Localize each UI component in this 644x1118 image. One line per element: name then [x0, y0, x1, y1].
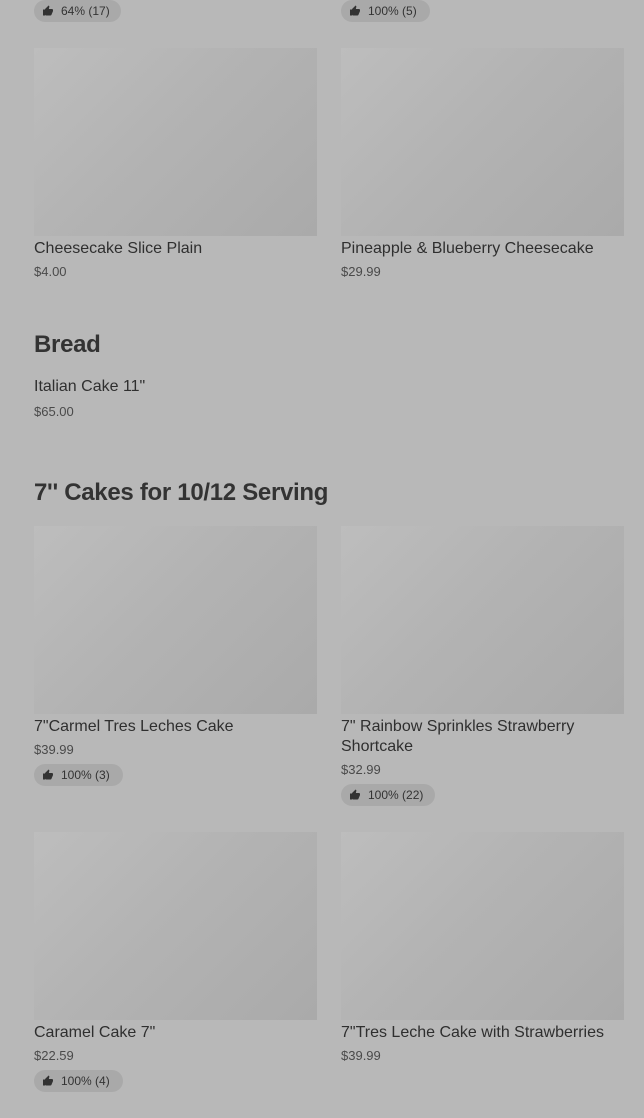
rating-label: 100% (4)	[61, 1074, 110, 1088]
product-image[interactable]	[341, 48, 624, 236]
product-price: $4.00	[34, 264, 67, 279]
product-image[interactable]	[341, 832, 624, 1020]
product-title[interactable]: Cheesecake Slice Plain	[34, 239, 202, 259]
product-title[interactable]: 7"Tres Leche Cake with Strawberries	[341, 1023, 604, 1043]
product-title[interactable]: 7"Carmel Tres Leches Cake	[34, 717, 234, 737]
thumbs-up-icon	[43, 5, 53, 16]
thumbs-up-icon	[350, 789, 360, 800]
rating-label: 100% (22)	[368, 788, 424, 802]
thumbs-up-icon	[43, 1075, 53, 1086]
product-image[interactable]	[341, 526, 624, 714]
rating-label: 100% (3)	[61, 768, 110, 782]
rating-badge: 100% (5)	[341, 0, 430, 22]
thumbs-up-icon	[350, 5, 360, 16]
product-price: $32.99	[341, 762, 381, 777]
rating-badge: 64% (17)	[34, 0, 121, 22]
rating-badge: 100% (4)	[34, 1070, 123, 1092]
product-price: $65.00	[34, 404, 74, 419]
product-title[interactable]: 7" Rainbow Sprinkles Strawberry Shortcak…	[341, 717, 624, 757]
product-image[interactable]	[34, 48, 317, 236]
product-title[interactable]: Caramel Cake 7"	[34, 1023, 155, 1043]
section-title-cakes: 7'' Cakes for 10/12 Serving	[34, 479, 329, 506]
product-price: $22.59	[34, 1048, 74, 1063]
rating-badge: 100% (22)	[341, 784, 435, 806]
rating-badge: 100% (3)	[34, 764, 123, 786]
product-title[interactable]: Italian Cake 11"	[34, 378, 145, 396]
product-price: $29.99	[341, 264, 381, 279]
product-image[interactable]	[34, 526, 317, 714]
product-price: $39.99	[34, 742, 74, 757]
rating-label: 100% (5)	[368, 4, 417, 18]
product-title[interactable]: Pineapple & Blueberry Cheesecake	[341, 239, 594, 259]
thumbs-up-icon	[43, 769, 53, 780]
product-image[interactable]	[34, 832, 317, 1020]
rating-label: 64% (17)	[61, 4, 110, 18]
section-title-bread: Bread	[34, 331, 101, 358]
product-price: $39.99	[341, 1048, 381, 1063]
